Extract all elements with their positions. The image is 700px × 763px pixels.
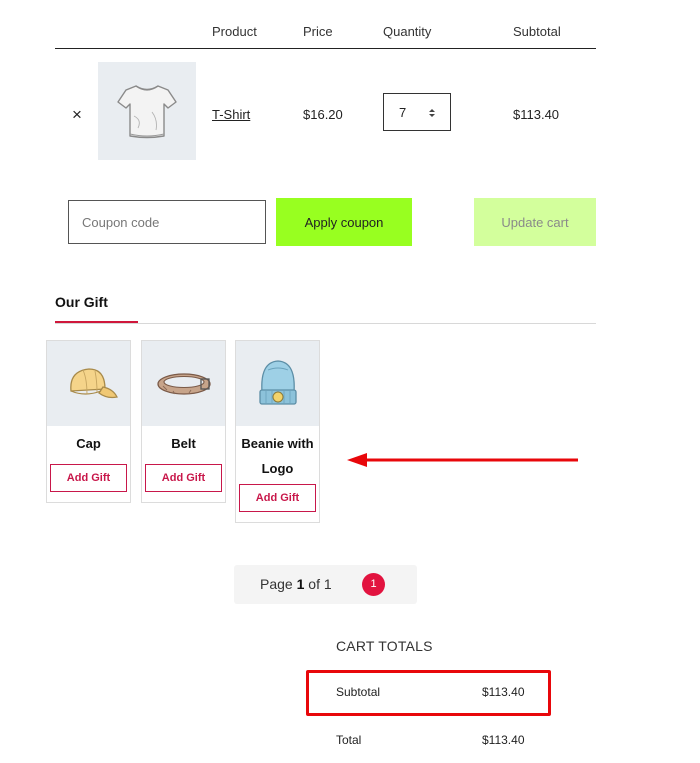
add-gift-button[interactable]: Add Gift bbox=[145, 464, 222, 492]
cap-icon bbox=[69, 367, 118, 398]
page-1-button[interactable]: 1 bbox=[362, 573, 385, 596]
tab-our-gift[interactable]: Our Gift bbox=[55, 294, 108, 310]
tshirt-icon bbox=[117, 85, 177, 139]
cart-page: Product Price Quantity Subtotal × T-Shir… bbox=[0, 0, 700, 763]
product-link[interactable]: T-Shirt bbox=[212, 107, 250, 122]
gift-image bbox=[236, 341, 319, 426]
spinner-arrows-icon[interactable] bbox=[428, 107, 436, 119]
update-cart-button[interactable]: Update cart bbox=[474, 198, 596, 246]
quantity-stepper[interactable]: 7 bbox=[383, 93, 451, 131]
pagination: Page 1 of 1 1 bbox=[234, 565, 417, 604]
beanie-icon bbox=[258, 359, 297, 405]
cart-totals-title: CART TOTALS bbox=[336, 638, 433, 654]
total-label: Total bbox=[336, 733, 362, 747]
add-gift-button[interactable]: Add Gift bbox=[239, 484, 316, 512]
belt-icon bbox=[156, 372, 211, 395]
header-price: Price bbox=[303, 24, 333, 39]
gift-image bbox=[47, 341, 130, 426]
total-value: $113.40 bbox=[482, 733, 525, 747]
gift-name: Beanie with Logo bbox=[241, 436, 314, 476]
add-gift-button[interactable]: Add Gift bbox=[50, 464, 127, 492]
annotation-arrow-icon bbox=[347, 453, 578, 467]
gift-image bbox=[142, 341, 225, 426]
remove-item-button[interactable]: × bbox=[68, 106, 86, 124]
gift-card-cap: Cap Add Gift bbox=[46, 340, 131, 503]
pagination-label: Page 1 of 1 bbox=[260, 576, 332, 592]
header-product: Product bbox=[212, 24, 257, 39]
active-tab-indicator bbox=[55, 321, 138, 323]
gift-card-beanie: Beanie with Logo Add Gift bbox=[235, 340, 320, 523]
subtotal-cell: $113.40 bbox=[513, 107, 560, 122]
product-thumbnail[interactable] bbox=[98, 62, 196, 160]
gift-card-belt: Belt Add Gift bbox=[141, 340, 226, 503]
header-quantity: Quantity bbox=[383, 24, 432, 39]
subtotal-label: Subtotal bbox=[336, 685, 381, 699]
table-header-divider bbox=[55, 48, 596, 49]
apply-coupon-button[interactable]: Apply coupon bbox=[276, 198, 412, 246]
header-subtotal: Subtotal bbox=[513, 24, 561, 39]
gift-name: Cap bbox=[76, 436, 101, 451]
coupon-code-input[interactable] bbox=[68, 200, 266, 244]
subtotal-value: $113.40 bbox=[482, 685, 525, 699]
gift-name: Belt bbox=[171, 436, 196, 451]
quantity-value: 7 bbox=[399, 105, 407, 120]
price-cell: $16.20 bbox=[303, 107, 343, 122]
gift-tab-divider bbox=[55, 323, 596, 324]
